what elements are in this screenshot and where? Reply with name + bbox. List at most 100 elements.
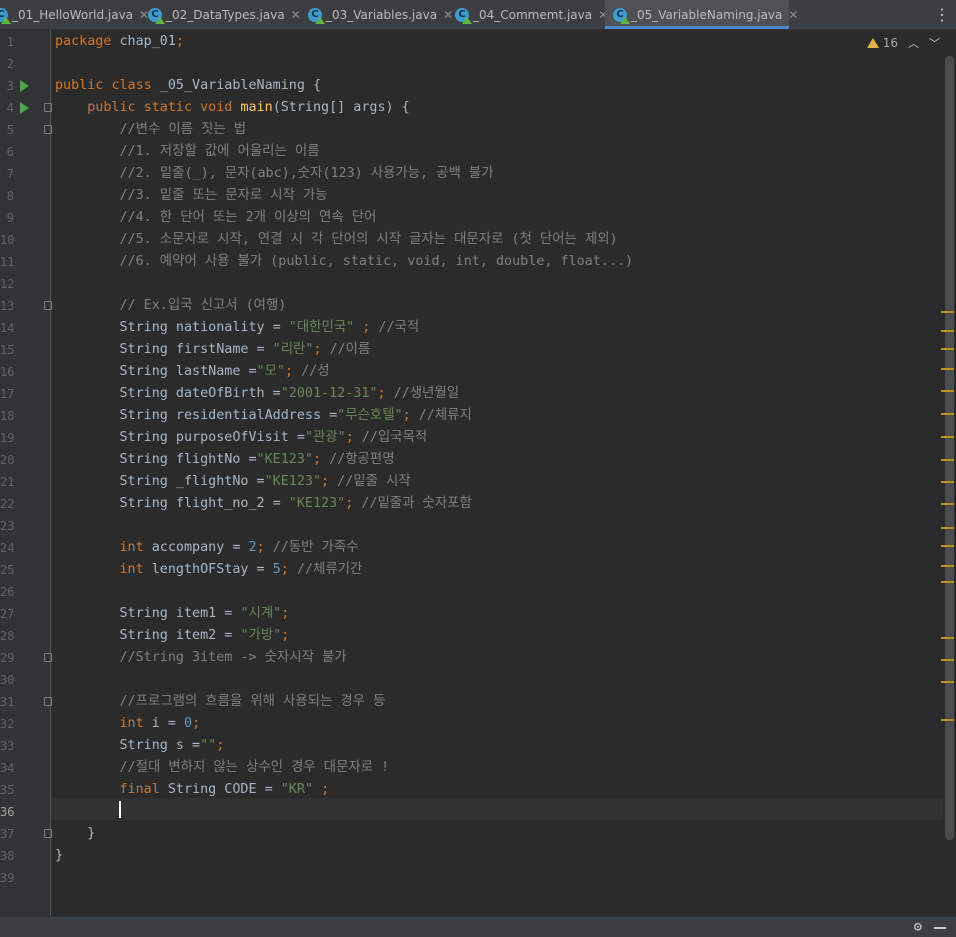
code-line[interactable]: 6 //1. 저장할 값에 어울리는 이름 bbox=[0, 141, 956, 163]
code-line[interactable]: 14 String nationality = "대한민국" ; //국적 bbox=[0, 317, 956, 339]
code-line[interactable]: 32 int i = 0; bbox=[0, 713, 956, 735]
code-line[interactable]: 30 bbox=[0, 669, 956, 691]
code-line[interactable]: 16 String lastName ="모"; //성 bbox=[0, 361, 956, 383]
chevron-down-icon[interactable]: ﹀ bbox=[929, 35, 940, 51]
warning-marker[interactable] bbox=[941, 681, 954, 683]
code-line[interactable]: 17 String dateOfBirth ="2001-12-31"; //생… bbox=[0, 383, 956, 405]
code-line[interactable]: 26 bbox=[0, 581, 956, 603]
warning-marker[interactable] bbox=[941, 436, 954, 438]
code-line[interactable]: 13 // Ex.입국 신고서 (여행) bbox=[0, 295, 956, 317]
line-number: 13 bbox=[0, 299, 15, 313]
code-line[interactable]: 4 public static void main(String[] args)… bbox=[0, 97, 956, 119]
code-line[interactable]: 15 String firstName = "리란"; //이름 bbox=[0, 339, 956, 361]
tab-commemt[interactable]: C _04_Commemt.java ✕ bbox=[455, 0, 608, 29]
code-line[interactable]: 5 //변수 이름 짓는 법 bbox=[0, 119, 956, 141]
code-line[interactable]: 35 final String CODE = "KR" ; bbox=[0, 779, 956, 801]
code-line[interactable]: 24 int accompany = 2; //동반 가족수 bbox=[0, 537, 956, 559]
warning-marker[interactable] bbox=[941, 565, 954, 567]
code-line[interactable]: 3 public class _05_VariableNaming { bbox=[0, 75, 956, 97]
code-text: String flight_no_2 = "KE123"; //밑줄과 숫자포함 bbox=[55, 496, 472, 511]
fold-icon[interactable] bbox=[44, 103, 52, 112]
fold-icon[interactable] bbox=[44, 653, 52, 662]
line-number: 26 bbox=[0, 585, 15, 599]
warning-marker[interactable] bbox=[941, 719, 954, 721]
code-text: String lastName ="모"; //성 bbox=[55, 364, 330, 379]
line-number: 8 bbox=[6, 189, 14, 203]
line-number: 11 bbox=[0, 255, 15, 269]
code-line[interactable]: 25 int lengthOFStay = 5; //체류기간 bbox=[0, 559, 956, 581]
warning-marker[interactable] bbox=[941, 637, 954, 639]
fold-icon[interactable] bbox=[44, 829, 52, 838]
warning-marker[interactable] bbox=[941, 545, 954, 547]
warning-marker[interactable] bbox=[941, 368, 954, 370]
scrollbar-thumb[interactable] bbox=[945, 56, 954, 840]
code-line[interactable]: 7 //2. 밑줄(_), 문자(abc),숫자(123) 사용가능, 공백 불… bbox=[0, 163, 956, 185]
code-line[interactable]: 9 //4. 한 단어 또는 2개 이상의 연속 단어 bbox=[0, 207, 956, 229]
run-icon[interactable] bbox=[20, 80, 29, 92]
line-number: 12 bbox=[0, 277, 15, 291]
warning-marker[interactable] bbox=[941, 581, 954, 583]
line-number: 22 bbox=[0, 497, 15, 511]
more-options-icon[interactable]: ⋮ bbox=[928, 0, 956, 29]
code-line[interactable]: 29 //String 3item -> 숫자시작 불가 bbox=[0, 647, 956, 669]
code-line[interactable]: 21 String _flightNo ="KE123"; //밑줄 시작 bbox=[0, 471, 956, 493]
line-number: 29 bbox=[0, 651, 15, 665]
code-line[interactable]: 2 bbox=[0, 53, 956, 75]
tab-label: _02_DataTypes.java bbox=[166, 7, 285, 22]
close-icon[interactable]: ✕ bbox=[291, 8, 301, 22]
chevron-up-icon[interactable]: ︿ bbox=[908, 35, 919, 51]
code-line[interactable]: 37 } bbox=[0, 823, 956, 845]
code-line[interactable]: 33 String s =""; bbox=[0, 735, 956, 757]
code-line[interactable]: 28 String item2 = "가방"; bbox=[0, 625, 956, 647]
warning-icon bbox=[866, 38, 879, 48]
tab-helloworld[interactable]: C _01_HelloWorld.java ✕ bbox=[0, 0, 149, 29]
warning-marker[interactable] bbox=[941, 659, 954, 661]
warning-marker[interactable] bbox=[941, 503, 954, 505]
close-icon[interactable]: ✕ bbox=[443, 8, 453, 22]
code-text: String item2 = "가방"; bbox=[55, 628, 290, 643]
inspection-widget[interactable]: 16 ︿ ﹀ bbox=[866, 34, 940, 52]
code-line[interactable]: 38} bbox=[0, 845, 956, 867]
fold-icon[interactable] bbox=[44, 697, 52, 706]
warning-marker[interactable] bbox=[941, 459, 954, 461]
fold-icon[interactable] bbox=[44, 301, 52, 310]
line-number: 35 bbox=[0, 783, 15, 797]
code-line[interactable]: 22 String flight_no_2 = "KE123"; //밑줄과 숫… bbox=[0, 493, 956, 515]
code-line[interactable]: 11 //6. 예약어 사용 불가 (public, static, void,… bbox=[0, 251, 956, 273]
code-line[interactable]: 31 //프로그램의 흐름을 위해 사용되는 경우 등 bbox=[0, 691, 956, 713]
warning-marker[interactable] bbox=[941, 311, 954, 313]
fold-icon[interactable] bbox=[44, 125, 52, 134]
gear-icon[interactable]: ⚙ bbox=[914, 919, 922, 935]
bottom-toolbar: ⚙ bbox=[0, 916, 956, 937]
warning-marker[interactable] bbox=[941, 481, 954, 483]
tab-variablenaming[interactable]: C _05_VariableNaming.java ✕ bbox=[605, 0, 798, 29]
code-text: //4. 한 단어 또는 2개 이상의 연속 단어 bbox=[119, 210, 377, 225]
code-line[interactable]: 20 String flightNo ="KE123"; //항공편명 bbox=[0, 449, 956, 471]
line-number: 16 bbox=[0, 365, 15, 379]
run-icon[interactable] bbox=[20, 102, 29, 114]
warning-marker[interactable] bbox=[941, 330, 954, 332]
warning-marker[interactable] bbox=[941, 527, 954, 529]
line-number: 39 bbox=[0, 871, 15, 885]
warning-marker[interactable] bbox=[941, 413, 954, 415]
code-line[interactable]: 34 //절대 변하지 않는 상수인 경우 대문자로 ! bbox=[0, 757, 956, 779]
code-line[interactable]: 27 String item1 = "시계"; bbox=[0, 603, 956, 625]
code-line[interactable]: 39 bbox=[0, 867, 956, 889]
code-line[interactable]: 8 //3. 밑줄 또는 문자로 시작 가능 bbox=[0, 185, 956, 207]
close-icon[interactable]: ✕ bbox=[788, 8, 798, 22]
minimize-icon[interactable] bbox=[934, 927, 946, 929]
code-line[interactable]: 36 bbox=[0, 801, 956, 823]
code-line[interactable]: 12 bbox=[0, 273, 956, 295]
tab-datatypes[interactable]: C _02_DataTypes.java ✕ bbox=[148, 0, 301, 29]
code-line[interactable]: 10 //5. 소문자로 시작, 연결 시 각 단어의 시작 글자는 대문자로 … bbox=[0, 229, 956, 251]
code-line[interactable]: 1 package chap_01; bbox=[0, 31, 956, 53]
warning-marker[interactable] bbox=[941, 348, 954, 350]
code-text: package chap_01; bbox=[55, 34, 184, 49]
code-line[interactable]: 19 String purposeOfVisit ="관광"; //입국목적 bbox=[0, 427, 956, 449]
java-class-icon: C bbox=[308, 7, 325, 24]
java-class-icon: C bbox=[148, 7, 165, 24]
tab-variables[interactable]: C _03_Variables.java ✕ bbox=[308, 0, 453, 29]
warning-marker[interactable] bbox=[941, 390, 954, 392]
code-line[interactable]: 18 String residentialAddress ="무슨호텔"; //… bbox=[0, 405, 956, 427]
code-line[interactable]: 23 bbox=[0, 515, 956, 537]
